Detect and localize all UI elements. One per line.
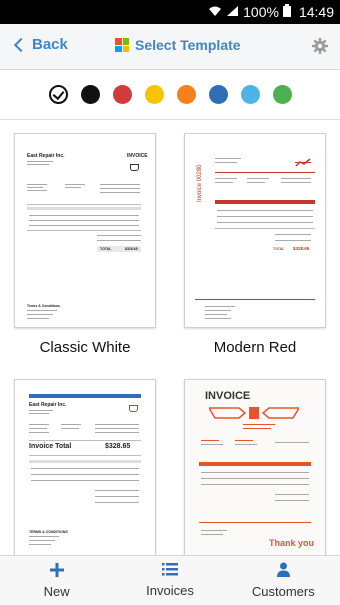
template-grid: East Repair Inc. INVOICE TOTAL $328.65 T…	[0, 121, 340, 556]
preview-total-value: $328.65	[293, 246, 310, 251]
preview-company: East Repair Inc.	[27, 153, 65, 159]
cup-icon	[130, 164, 139, 171]
signal-icon	[226, 5, 239, 20]
swatch-yellow[interactable]	[144, 85, 164, 104]
tab-invoices[interactable]: Invoices	[113, 556, 226, 605]
page-title: Select Template	[115, 37, 241, 53]
cup-icon	[129, 405, 138, 412]
template-card-blue[interactable]: East Repair Inc. Invoice Total $328.65 T…	[14, 379, 156, 556]
back-label: Back	[32, 36, 68, 53]
wing-logo-icon	[207, 405, 301, 426]
tab-invoices-label: Invoices	[146, 583, 194, 598]
template-label-modern-red: Modern Red	[213, 339, 297, 356]
top-nav-bar: Back Select Template	[0, 24, 340, 70]
chevron-left-icon	[13, 37, 29, 53]
preview-company: East Repair Inc.	[29, 402, 67, 408]
status-time: 14:49	[298, 4, 334, 20]
preview-total-value: $328.65	[125, 247, 138, 251]
template-preview: Invoice 00280 TOTAL $328.65	[185, 134, 325, 327]
bottom-tab-bar: New Invoices Customers	[0, 555, 340, 605]
tab-customers-label: Customers	[251, 584, 315, 599]
template-card-classic-white[interactable]: East Repair Inc. INVOICE TOTAL $328.65 T…	[14, 133, 156, 328]
swatch-light-blue[interactable]	[240, 85, 260, 104]
preview-total-label: TOTAL	[273, 247, 285, 251]
templates-icon	[115, 38, 129, 52]
tab-new[interactable]: New	[0, 556, 113, 605]
list-icon	[161, 563, 178, 579]
back-button[interactable]: Back	[13, 36, 68, 53]
preview-terms: Terms & Conditions	[27, 304, 60, 308]
template-card-modern-red[interactable]: Invoice 00280 TOTAL $328.65	[184, 133, 326, 328]
template-preview: INVOICE Thank you	[185, 380, 325, 556]
preview-invoice-total-value: $328.65	[105, 443, 131, 450]
page-title-text: Select Template	[135, 37, 241, 53]
preview-total-label: TOTAL	[100, 247, 112, 251]
preview-heading: INVOICE	[127, 153, 148, 159]
preview-terms: TERMS & CONDITIONS	[29, 530, 68, 534]
plus-icon	[49, 562, 64, 580]
template-preview: East Repair Inc. INVOICE TOTAL $328.65 T…	[15, 134, 155, 327]
gear-icon[interactable]	[312, 38, 328, 54]
wifi-icon	[208, 5, 222, 20]
preview-heading: INVOICE	[205, 390, 251, 402]
color-swatch-row	[0, 70, 340, 120]
template-preview: East Repair Inc. Invoice Total $328.65 T…	[15, 380, 155, 556]
swatch-selected-outline[interactable]	[48, 85, 68, 104]
preview-invoice-total: Invoice Total	[29, 443, 72, 450]
tab-customers[interactable]: Customers	[227, 556, 340, 605]
tab-new-label: New	[43, 583, 70, 599]
chart-icon	[295, 154, 311, 167]
preview-thanks: Thank you	[269, 538, 315, 548]
swatch-blue[interactable]	[208, 85, 228, 104]
preview-invoice-tag: Invoice 00280	[197, 164, 203, 202]
person-icon	[276, 562, 290, 580]
swatch-green[interactable]	[272, 85, 292, 104]
template-card-orange[interactable]: INVOICE Thank you	[184, 379, 326, 556]
template-label-classic-white: Classic White	[39, 339, 131, 356]
battery-level: 100%	[243, 4, 279, 20]
swatch-orange[interactable]	[176, 85, 196, 104]
swatch-red[interactable]	[112, 85, 132, 104]
swatch-black[interactable]	[80, 85, 100, 104]
battery-icon	[282, 4, 291, 20]
status-bar: 100% 14:49	[0, 0, 340, 24]
